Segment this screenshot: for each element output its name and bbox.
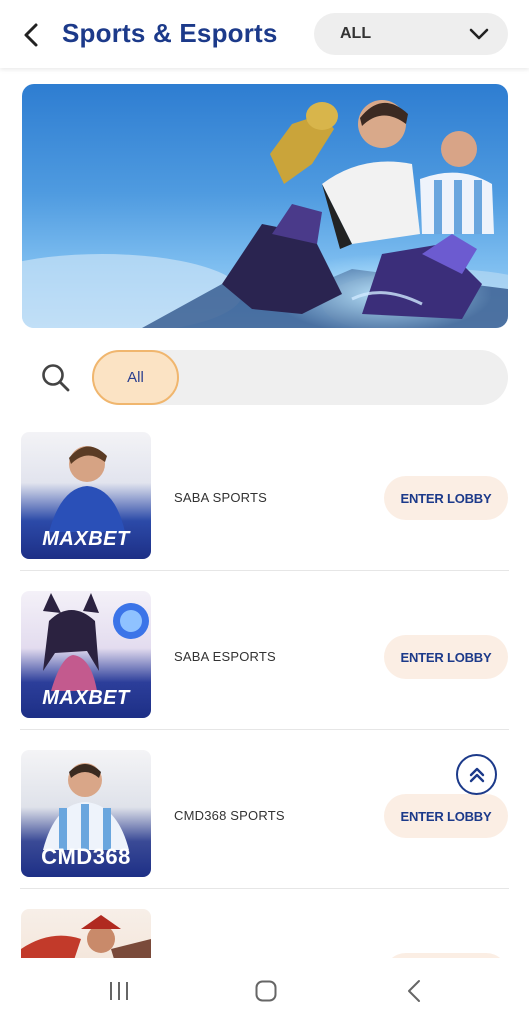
brand-logo: MAXBET — [42, 527, 130, 550]
enter-lobby-button[interactable]: ENTER LOBBY — [384, 635, 508, 679]
promo-banner[interactable] — [22, 84, 508, 328]
character-illustration — [43, 593, 149, 691]
game-row-saba-esports: MAXBET SABA ESPORTS ENTER LOBBY — [0, 571, 529, 730]
brand-logo: CMD368 — [41, 844, 131, 869]
game-name: SABA SPORTS — [174, 490, 267, 505]
page-title: Sports & Esports — [62, 18, 278, 48]
game-thumbnail[interactable]: MAXBET — [21, 432, 151, 559]
top-bar: Sports & Esports ALL — [0, 0, 529, 68]
home-button[interactable] — [246, 976, 286, 1006]
recent-apps-icon — [110, 982, 128, 1000]
scroll-to-top-button[interactable] — [456, 754, 497, 795]
back-button[interactable] — [14, 18, 48, 52]
game-row-cmd368-sports: CMD368 CMD368 SPORTS ENTER LOBBY — [0, 730, 529, 889]
game-row-saba-sports: MAXBET SABA SPORTS ENTER LOBBY — [0, 412, 529, 571]
brand-logo: MAXBET — [42, 686, 130, 709]
enter-lobby-button[interactable]: ENTER LOBBY — [384, 794, 508, 838]
back-icon — [408, 980, 420, 1002]
chevron-left-icon — [24, 23, 38, 47]
game-thumbnail[interactable]: MAXBET — [21, 591, 151, 718]
category-chip-all[interactable]: All — [92, 350, 179, 405]
search-button[interactable] — [38, 360, 74, 396]
player-illustration — [49, 446, 125, 532]
game-name: SABA ESPORTS — [174, 649, 276, 664]
double-chevron-up-icon — [469, 767, 484, 782]
recent-apps-button[interactable] — [99, 976, 139, 1006]
filter-dropdown[interactable]: ALL — [314, 13, 508, 55]
player-illustration — [43, 763, 129, 850]
banner-artwork — [22, 100, 508, 328]
filter-selected-value: ALL — [340, 25, 372, 42]
chevron-down-icon — [469, 28, 489, 40]
search-icon — [42, 364, 70, 392]
enter-lobby-button[interactable]: ENTER LOBBY — [384, 476, 508, 520]
game-name: CMD368 SPORTS — [174, 808, 285, 823]
system-back-button[interactable] — [395, 976, 435, 1006]
game-thumbnail[interactable]: CMD368 — [21, 750, 151, 877]
system-nav-bar — [0, 958, 529, 1024]
home-icon — [255, 980, 277, 1002]
